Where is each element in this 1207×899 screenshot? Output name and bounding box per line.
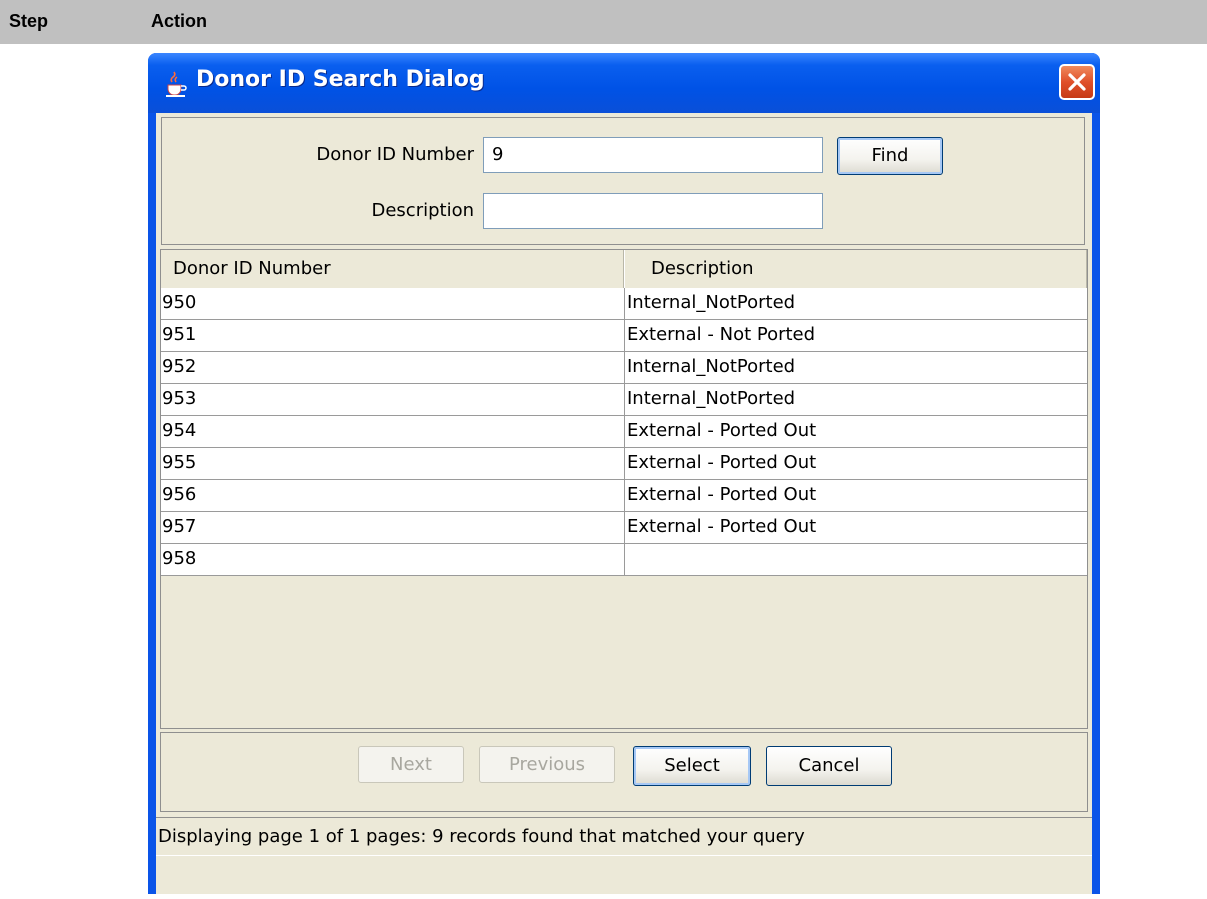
dialog-title: Donor ID Search Dialog: [196, 67, 485, 92]
donor-id-cell: 952: [162, 356, 197, 377]
dialog-content: Donor ID Number 9 Find Description Donor…: [156, 113, 1092, 894]
donor-id-number-label: Donor ID Number: [316, 144, 474, 165]
table-header: Donor ID Number Description: [161, 250, 1087, 288]
description-cell: External - Ported Out: [624, 480, 1087, 511]
description-cell: External - Ported Out: [624, 512, 1087, 543]
description-input[interactable]: [483, 193, 823, 229]
java-cup-icon: [166, 71, 187, 97]
description-cell: External - Not Ported: [624, 320, 1087, 351]
table-row[interactable]: 958: [161, 544, 1087, 576]
search-panel: Donor ID Number 9 Find Description: [161, 117, 1085, 245]
donor-id-cell: 958: [162, 548, 197, 569]
table-row[interactable]: 957 External - Ported Out: [161, 512, 1087, 544]
column-header-donor-id[interactable]: Donor ID Number: [161, 250, 624, 288]
document-step-header: Step Action: [0, 0, 1207, 44]
donor-id-cell: 951: [162, 324, 197, 345]
step-column-heading: Step: [9, 11, 49, 31]
description-cell: [624, 544, 1087, 575]
donor-id-cell: 957: [162, 516, 197, 537]
description-label: Description: [371, 200, 474, 221]
cancel-button[interactable]: Cancel: [766, 746, 892, 786]
description-cell: External - Ported Out: [624, 416, 1087, 447]
table-row[interactable]: 955 External - Ported Out: [161, 448, 1087, 480]
donor-id-cell: 950: [162, 292, 197, 313]
table-row[interactable]: 953 Internal_NotPorted: [161, 384, 1087, 416]
button-bar: Next Previous Select Cancel: [160, 732, 1088, 812]
table-row[interactable]: 952 Internal_NotPorted: [161, 352, 1087, 384]
close-icon: [1068, 73, 1086, 91]
donor-id-cell: 955: [162, 452, 197, 473]
description-cell: External - Ported Out: [624, 448, 1087, 479]
next-button[interactable]: Next: [358, 746, 464, 783]
donor-id-number-input[interactable]: 9: [483, 137, 823, 173]
table-row[interactable]: 951 External - Not Ported: [161, 320, 1087, 352]
title-bar[interactable]: Donor ID Search Dialog: [148, 53, 1100, 113]
table-row[interactable]: 954 External - Ported Out: [161, 416, 1087, 448]
donor-id-search-dialog: Donor ID Search Dialog Donor ID Number 9…: [148, 53, 1100, 894]
description-cell: Internal_NotPorted: [624, 352, 1087, 383]
results-table: Donor ID Number Description 950 Internal_…: [160, 249, 1088, 729]
select-button[interactable]: Select: [633, 746, 751, 786]
previous-button[interactable]: Previous: [479, 746, 615, 783]
table-row[interactable]: 956 External - Ported Out: [161, 480, 1087, 512]
find-button[interactable]: Find: [837, 137, 943, 175]
table-row[interactable]: 950 Internal_NotPorted: [161, 288, 1087, 320]
donor-id-cell: 954: [162, 420, 197, 441]
description-cell: Internal_NotPorted: [624, 384, 1087, 415]
description-cell: Internal_NotPorted: [624, 288, 1087, 319]
donor-id-cell: 953: [162, 388, 197, 409]
action-column-heading: Action: [151, 11, 207, 31]
status-bar: Displaying page 1 of 1 pages: 9 records …: [156, 817, 1092, 856]
column-header-description[interactable]: Description: [624, 250, 1087, 288]
table-body: 950 Internal_NotPorted 951 External - Not …: [161, 288, 1087, 576]
close-button[interactable]: [1059, 64, 1095, 100]
donor-id-cell: 956: [162, 484, 197, 505]
